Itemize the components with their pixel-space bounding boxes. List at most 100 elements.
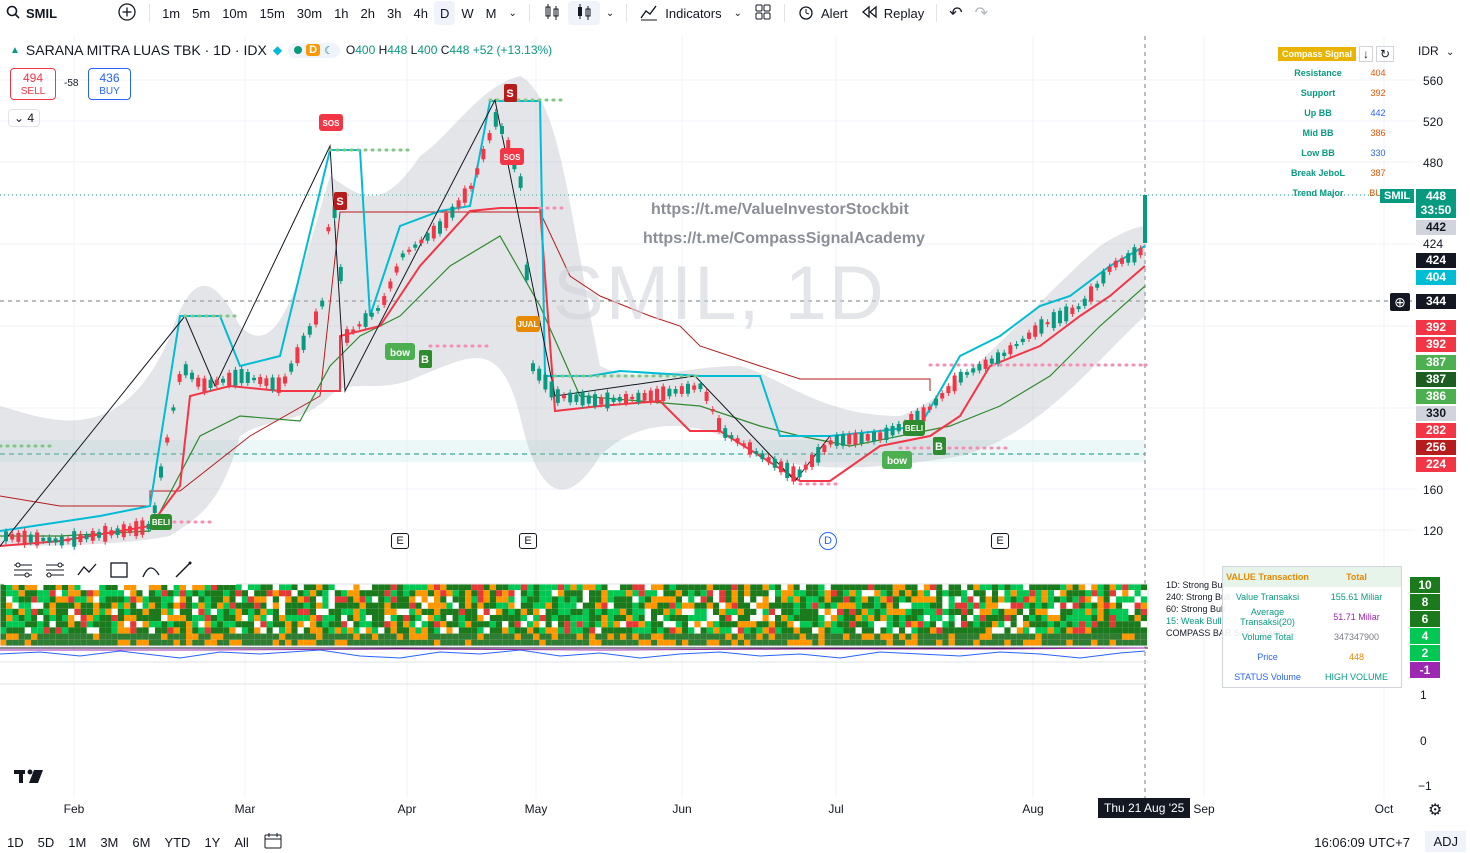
candle-body xyxy=(66,538,70,542)
candle-body xyxy=(376,308,380,311)
adjust-data-button[interactable]: ADJ xyxy=(1425,831,1466,852)
timeframe-m[interactable]: M xyxy=(480,1,503,25)
telegram-link-compasssignal[interactable]: https://t.me/CompassSignalAcademy xyxy=(643,230,925,248)
oscillator-tag: 6 xyxy=(1410,611,1440,627)
fib-retracement-icon[interactable] xyxy=(42,557,68,583)
timeframe-30m[interactable]: 30m xyxy=(291,1,328,25)
alert-button[interactable]: Alert xyxy=(791,1,854,25)
timeframe-3h[interactable]: 3h xyxy=(381,1,407,25)
price-chart-canvas[interactable]: SOS S S SOS bow B JUAL BELI BELI bow B xyxy=(0,36,1415,798)
heatmap-cell xyxy=(892,639,899,646)
timeframe-1h[interactable]: 1h xyxy=(328,1,354,25)
timeframe-w[interactable]: W xyxy=(455,1,479,25)
heatmap-cell xyxy=(998,615,1005,622)
range-6m[interactable]: 6M xyxy=(125,835,157,850)
range-3m[interactable]: 3M xyxy=(93,835,125,850)
indicators-collapse-button[interactable]: ⌄ 4 xyxy=(8,109,41,127)
timeframe-1m[interactable]: 1m xyxy=(156,1,186,25)
candle-body xyxy=(555,389,560,403)
heatmap-cell xyxy=(6,639,13,646)
time-tick: Jul xyxy=(828,802,844,816)
timeframe-5m[interactable]: 5m xyxy=(186,1,216,25)
heatmap-cell xyxy=(923,621,930,628)
heatmap-cell xyxy=(812,596,819,603)
heatmap-cell xyxy=(198,602,205,609)
arrow-down-icon[interactable]: ↓ xyxy=(1359,46,1374,62)
redo-button[interactable]: ↷ xyxy=(969,1,994,25)
path-icon[interactable] xyxy=(74,557,100,583)
crosshair-plus-icon[interactable]: ⊕ xyxy=(1390,293,1410,311)
goto-date-button[interactable] xyxy=(256,832,290,853)
timeframe-dropdown-button[interactable]: ⌄ xyxy=(502,1,522,25)
price-axis[interactable]: 560 520 480 424 160 120 448 33:50 442 424 40… xyxy=(1415,36,1470,798)
sell-button[interactable]: 494 SELL xyxy=(10,68,56,100)
rectangle-icon[interactable] xyxy=(106,557,132,583)
chart-type-dropdown[interactable]: ⌄ xyxy=(600,1,620,25)
heatmap-cell xyxy=(111,639,118,646)
heatmap-cell xyxy=(124,602,131,609)
heatmap-cell xyxy=(874,584,881,591)
heatmap-cell xyxy=(874,590,881,597)
heatmap-cell xyxy=(310,633,317,640)
indicators-dropdown[interactable]: ⌄ xyxy=(728,1,748,25)
high-value: 448 xyxy=(387,43,408,57)
range-1y[interactable]: 1Y xyxy=(197,835,227,850)
heatmap-cell xyxy=(1072,627,1079,634)
telegram-link-valueinvestor[interactable]: https://t.me/ValueInvestorStockbit xyxy=(651,201,909,219)
timeframe-15m[interactable]: 15m xyxy=(253,1,290,25)
range-all[interactable]: All xyxy=(227,835,255,850)
heatmap-cell xyxy=(669,608,676,615)
heatmap-cell xyxy=(186,627,193,634)
heatmap-cell xyxy=(440,615,447,622)
brush-icon[interactable] xyxy=(170,557,196,583)
bookmark-icon[interactable]: ◆ xyxy=(273,43,282,57)
refresh-icon[interactable]: ↻ xyxy=(1376,46,1395,62)
range-1d[interactable]: 1D xyxy=(0,835,31,850)
heatmap-cell xyxy=(204,633,211,640)
heatmap-cell xyxy=(365,621,372,628)
heatmap-cell xyxy=(520,633,527,640)
bars-type-button[interactable] xyxy=(567,1,600,25)
symbol-search-button[interactable]: SMIL xyxy=(0,1,63,25)
curve-icon[interactable] xyxy=(138,557,164,583)
compare-symbol-button[interactable] xyxy=(111,1,143,25)
range-1m[interactable]: 1M xyxy=(61,835,93,850)
session-pill[interactable]: D ☾ xyxy=(288,42,340,58)
candle-body xyxy=(10,534,15,540)
timeframe-10m[interactable]: 10m xyxy=(216,1,253,25)
heatmap-cell xyxy=(465,627,472,634)
timeframe-4h[interactable]: 4h xyxy=(407,1,433,25)
oscillator-axis[interactable]: 10 8 6 4 2 -1 xyxy=(1410,577,1440,679)
time-axis[interactable]: Feb Mar Apr May Jun Jul Aug Sep Oct xyxy=(0,798,1415,820)
layouts-button[interactable] xyxy=(748,1,778,25)
tradingview-logo[interactable] xyxy=(14,764,46,790)
range-ytd[interactable]: YTD xyxy=(157,835,197,850)
earnings-marker[interactable]: E xyxy=(991,533,1009,549)
gear-icon[interactable]: ⚙ xyxy=(1428,800,1442,820)
heatmap-cell xyxy=(409,590,416,597)
timeframe-d[interactable]: D xyxy=(433,1,456,25)
heatmap-cell xyxy=(874,621,881,628)
symbol-title[interactable]: SARANA MITRA LUAS TBK · 1D · IDX xyxy=(26,42,267,58)
heatmap-cell xyxy=(620,621,627,628)
dividend-marker[interactable]: D xyxy=(819,532,837,550)
heatmap-cell xyxy=(186,596,193,603)
heatmap-cell xyxy=(341,633,348,640)
trend-settings-icon[interactable] xyxy=(10,557,36,583)
undo-button[interactable]: ↶ xyxy=(943,1,968,25)
earnings-marker[interactable]: E xyxy=(391,533,409,549)
range-5d[interactable]: 5D xyxy=(31,835,62,850)
replay-button[interactable]: Replay xyxy=(854,1,930,25)
indicators-button[interactable]: Indicators xyxy=(633,1,727,25)
earnings-marker[interactable]: E xyxy=(519,533,537,549)
timezone-clock[interactable]: 16:06:09 UTC+7 xyxy=(1314,835,1410,850)
heatmap-cell xyxy=(148,608,155,615)
candles-type-button[interactable] xyxy=(536,1,568,25)
vt-row-value: HIGH VOLUME xyxy=(1324,672,1388,682)
heatmap-cell xyxy=(936,615,943,622)
buy-button[interactable]: 436 BUY xyxy=(88,68,131,100)
heatmap-cell xyxy=(415,639,422,646)
candle-body xyxy=(940,393,945,399)
timeframe-2h[interactable]: 2h xyxy=(355,1,381,25)
heatmap-cell xyxy=(266,627,273,634)
